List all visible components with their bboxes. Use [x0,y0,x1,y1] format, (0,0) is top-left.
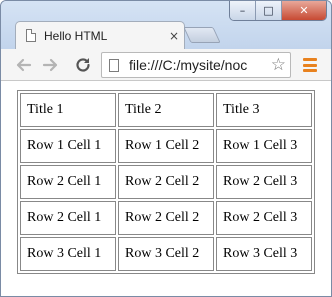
table-row: Row 2 Cell 1 Row 2 Cell 2 Row 2 Cell 3 [20,165,312,199]
title-bar: – □ ✕ Hello HTML × [1,1,331,49]
tab-title: Hello HTML [44,28,108,43]
table-cell: Row 2 Cell 2 [118,201,214,235]
table-cell: Row 3 Cell 3 [216,237,312,271]
table-cell: Row 3 Cell 2 [118,237,214,271]
file-icon [109,59,119,72]
header-cell: Title 2 [118,93,214,127]
table-cell: Row 2 Cell 3 [216,165,312,199]
table-row: Row 2 Cell 1 Row 2 Cell 2 Row 2 Cell 3 [20,201,312,235]
table-cell: Row 2 Cell 1 [20,201,116,235]
browser-window: – □ ✕ Hello HTML × file:///C:/mysite/noc… [0,0,332,297]
minimize-button[interactable]: – [230,1,256,20]
hamburger-menu-icon[interactable] [303,58,317,72]
close-window-button[interactable]: ✕ [282,1,326,20]
toolbar: file:///C:/mysite/noc ☆ [1,49,331,81]
tab-close-icon[interactable]: × [164,29,184,43]
data-table: Title 1 Title 2 Title 3 Row 1 Cell 1 Row… [17,90,315,274]
maximize-button[interactable]: □ [256,1,282,20]
page-content: Title 1 Title 2 Title 3 Row 1 Cell 1 Row… [1,81,331,296]
table-cell: Row 3 Cell 1 [20,237,116,271]
table-cell: Row 1 Cell 2 [118,129,214,163]
table-row: Row 3 Cell 1 Row 3 Cell 2 Row 3 Cell 3 [20,237,312,271]
tab-hello-html[interactable]: Hello HTML × [15,21,185,49]
reload-icon[interactable] [73,55,93,75]
table-cell: Row 2 Cell 1 [20,165,116,199]
table-cell: Row 1 Cell 3 [216,129,312,163]
header-cell: Title 3 [216,93,312,127]
header-cell: Title 1 [20,93,116,127]
back-arrow-icon[interactable] [13,55,33,75]
new-tab-button[interactable] [183,27,221,43]
window-controls: – □ ✕ [229,1,327,21]
table-cell: Row 2 Cell 2 [118,165,214,199]
forward-arrow-icon[interactable] [41,55,61,75]
table-row: Row 1 Cell 1 Row 1 Cell 2 Row 1 Cell 3 [20,129,312,163]
table-cell: Row 1 Cell 1 [20,129,116,163]
table-cell: Row 2 Cell 3 [216,201,312,235]
address-text[interactable]: file:///C:/mysite/noc [129,57,264,73]
table-header-row: Title 1 Title 2 Title 3 [20,93,312,127]
address-bar[interactable]: file:///C:/mysite/noc ☆ [101,52,291,78]
star-icon[interactable]: ☆ [271,55,286,75]
page-icon [26,29,36,42]
